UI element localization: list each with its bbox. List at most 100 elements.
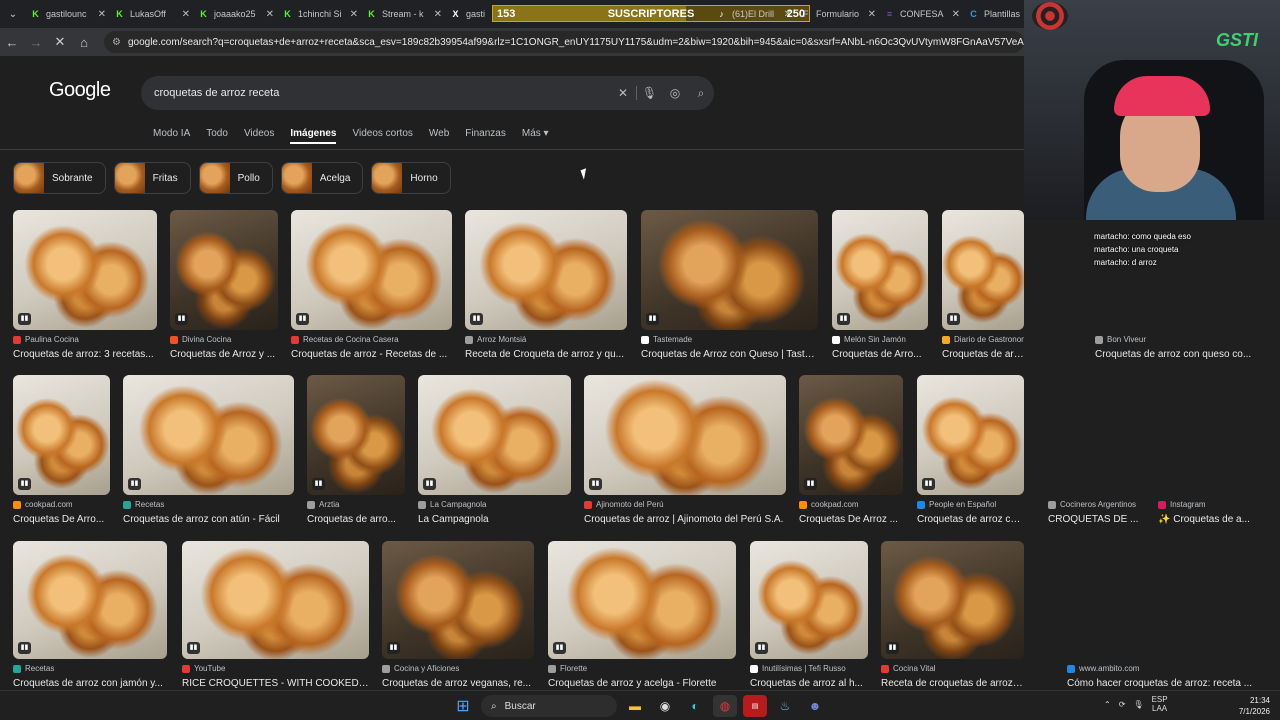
search-icon[interactable]: ⌕ [688, 86, 714, 101]
home-icon[interactable]: ⌂ [72, 35, 96, 50]
tab-close-icon[interactable]: ✕ [266, 9, 274, 20]
result-thumbnail[interactable]: ▮▮ [641, 210, 818, 330]
app-icon[interactable]: ▤ [743, 695, 767, 717]
result-caption[interactable]: Croquetas De Arro... [13, 514, 110, 525]
result-thumbnail[interactable]: ▮▮ [465, 210, 627, 330]
result-source[interactable]: Arroz Montsiá [465, 335, 627, 344]
result-caption[interactable]: Croquetas de arroz sobrante... [942, 349, 1024, 360]
result-thumbnail[interactable]: ▮▮ [13, 375, 110, 495]
result-thumbnail[interactable]: ▮▮ [13, 210, 157, 330]
url-bar[interactable]: ⚙ google.com/search?q=croquetas+de+arroz… [104, 31, 1024, 53]
result-caption[interactable]: Croquetas de arroz y acelga - Florette [548, 678, 736, 689]
category-tab-3[interactable]: Imágenes [290, 128, 337, 144]
result-caption[interactable]: La Campagnola [418, 514, 571, 525]
result-source[interactable]: www.ambito.com [1067, 664, 1139, 673]
result-thumbnail[interactable]: ▮▮ [584, 375, 786, 495]
result-caption[interactable]: Croquetas De Arroz ... [799, 514, 903, 525]
result-caption[interactable]: Croquetas de arroz | Ajinomoto del Perú … [584, 514, 786, 525]
result-caption[interactable]: Croquetas de arroz con queso co... [1095, 349, 1251, 360]
filter-chip[interactable]: Fritas [113, 162, 191, 194]
tab-1[interactable]: K LukasOff ✕ [110, 3, 194, 25]
result-caption[interactable]: CROQUETAS DE ... [1048, 514, 1138, 525]
search-box[interactable]: croquetas de arroz receta ✕ 🎙 ◎ ⌕ [141, 76, 714, 110]
filter-chip[interactable]: Sobrante [13, 162, 106, 194]
category-tab-6[interactable]: Finanzas [465, 128, 506, 142]
result-caption[interactable]: Croquetas de arro... [307, 514, 405, 525]
category-tab-5[interactable]: Web [429, 128, 449, 142]
result-thumbnail[interactable]: ▮▮ [881, 541, 1024, 659]
tab-4[interactable]: K Stream - k ✕ [362, 3, 446, 25]
result-source[interactable]: Tastemade [641, 335, 818, 344]
filter-chip[interactable]: Pollo [198, 162, 273, 194]
stop-icon[interactable]: ✕ [48, 34, 72, 50]
taskbar-search[interactable]: ⌕ Buscar [481, 695, 617, 717]
result-source[interactable]: Diario de Gastronomía [942, 335, 1024, 344]
result-caption[interactable]: Croquetas de arroz con ... [917, 514, 1024, 525]
result-thumbnail[interactable]: ▮▮ [832, 210, 928, 330]
tray-app-icon[interactable]: ⟳ [1119, 700, 1126, 709]
result-source[interactable]: Recetas de Cocina Casera [291, 335, 452, 344]
result-thumbnail[interactable]: ▮▮ [942, 210, 1024, 330]
tab-close-icon[interactable]: ✕ [350, 9, 358, 20]
steam-icon[interactable]: ♨ [773, 695, 797, 717]
google-logo[interactable]: Google [49, 79, 111, 102]
result-thumbnail[interactable]: ▮▮ [123, 375, 294, 495]
result-thumbnail[interactable]: ▮▮ [917, 375, 1024, 495]
result-thumbnail[interactable]: ▮▮ [13, 541, 167, 659]
tab-close-icon[interactable]: ✕ [98, 9, 106, 20]
result-source[interactable]: Cocineros Argentinos [1048, 500, 1136, 509]
category-tab-4[interactable]: Videos cortos [352, 128, 412, 142]
result-source[interactable]: Recetas [13, 664, 167, 673]
tab-2[interactable]: Kjoaaako25 ✕ [194, 3, 278, 25]
result-caption[interactable]: Croquetas de arroz - Recetas de ... [291, 349, 452, 360]
clear-icon[interactable]: ✕ [610, 86, 636, 100]
tab-0[interactable]: Kgastilounc ✕ [26, 3, 110, 25]
result-source[interactable]: Arztia [307, 500, 405, 509]
result-thumbnail[interactable]: ▮▮ [799, 375, 903, 495]
lens-icon[interactable]: ◎ [662, 86, 688, 100]
site-info-icon[interactable]: ⚙ [112, 37, 121, 48]
result-source[interactable]: Melón Sin Jamón [832, 335, 928, 344]
result-source[interactable]: Divina Cocina [170, 335, 278, 344]
clock[interactable]: 21:34 7/1/2026 [1224, 695, 1270, 717]
result-caption[interactable]: Croquetas de arroz veganas, re... [382, 678, 534, 689]
result-caption[interactable]: Croquetas de arroz: 3 recetas... [13, 349, 157, 360]
tab-3[interactable]: K 1chinchi Si ✕ [278, 3, 362, 25]
category-tab-1[interactable]: Todo [206, 128, 228, 142]
tab-search-icon[interactable]: ⌄ [4, 5, 22, 23]
chevron-up-icon[interactable]: ⌃ [1104, 700, 1111, 709]
result-caption[interactable]: Croquetas de arroz al h... [750, 678, 868, 689]
result-caption[interactable]: Croquetas de arroz con jamón y... [13, 678, 167, 689]
result-source[interactable]: Inutilísimas | Tefi Russo [750, 664, 868, 673]
result-source[interactable]: Cocina y Aficiones [382, 664, 534, 673]
mic-tray-icon[interactable]: 🎙 [1133, 700, 1143, 709]
tab-close-icon[interactable]: ✕ [868, 9, 876, 20]
tab-close-icon[interactable]: ✕ [434, 9, 442, 20]
result-source[interactable]: La Campagnola [418, 500, 571, 509]
result-source[interactable]: Ajinomoto del Perú [584, 500, 786, 509]
result-source[interactable]: Instagram [1158, 500, 1206, 509]
result-thumbnail[interactable]: ▮▮ [750, 541, 868, 659]
forward-button[interactable]: → [24, 35, 48, 50]
result-caption[interactable]: Cómo hacer croquetas de arroz: receta ..… [1067, 678, 1252, 689]
filter-chip[interactable]: Acelga [280, 162, 364, 194]
result-thumbnail[interactable]: ▮▮ [170, 210, 278, 330]
result-thumbnail[interactable]: ▮▮ [307, 375, 405, 495]
result-source[interactable]: cookpad.com [799, 500, 903, 509]
back-button[interactable]: ← [0, 35, 24, 50]
result-source[interactable]: YouTube [182, 664, 369, 673]
mic-icon[interactable]: 🎙 [636, 86, 662, 100]
result-thumbnail[interactable]: ▮▮ [182, 541, 369, 659]
filter-chip[interactable]: Horno [371, 162, 451, 194]
result-source[interactable]: cookpad.com [13, 500, 110, 509]
result-caption[interactable]: Receta de croquetas de arroz con q... [881, 678, 1024, 689]
result-thumbnail[interactable]: ▮▮ [291, 210, 452, 330]
result-caption[interactable]: Croquetas de arroz con atún - Fácil [123, 514, 294, 525]
tab-right-0[interactable]: ♪ (61)El Drill ✕ [712, 3, 796, 25]
chrome-icon[interactable]: ◍ [713, 695, 737, 717]
tab-right-2[interactable]: ≡ CONFESA ✕ [880, 3, 964, 25]
result-source[interactable]: Florette [548, 664, 736, 673]
windows-start-icon[interactable]: ⊞ [451, 695, 475, 717]
result-caption[interactable]: RICE CROQUETTES - WITH COOKED ... [182, 678, 369, 689]
file-explorer-icon[interactable]: ▬ [623, 695, 647, 717]
